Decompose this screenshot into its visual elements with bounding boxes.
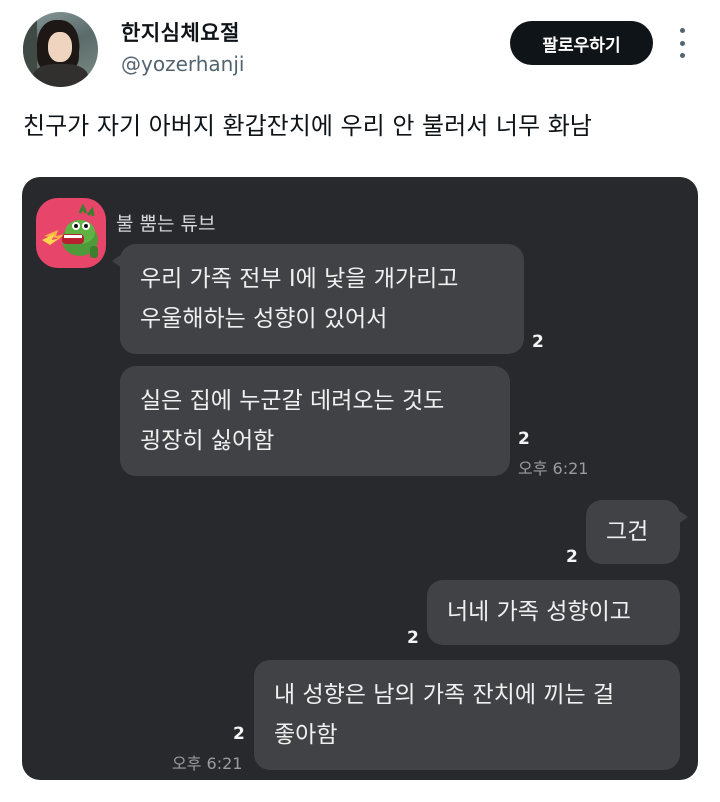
- unread-count: 2: [532, 332, 544, 352]
- message-bubble: 너네 가족 성향이고: [427, 580, 680, 645]
- message-line: 너네 가족 성향이고: [447, 599, 631, 625]
- message-bubble: 내 성향은 남의 가족 잔치에 끼는 걸 좋아함: [254, 660, 680, 770]
- message-line: 우울해하는 성향이 있어서: [140, 306, 388, 332]
- tweet-text: 친구가 자기 아버지 환갑잔치에 우리 안 불러서 너무 화남: [23, 112, 592, 140]
- avatar-body: [33, 64, 88, 87]
- message-time: 오후 6:21: [518, 459, 589, 478]
- display-name[interactable]: 한지심체요절: [121, 17, 240, 47]
- unread-count: 2: [566, 547, 578, 567]
- message-line: 좋아함: [274, 722, 338, 748]
- chat-screenshot: 불 뿜는 튜브 우리 가족 전부 I에 낯을 개가리고 우울해하는 성향이 있어…: [22, 177, 698, 780]
- message-time: 오후 6:21: [172, 754, 243, 773]
- message-line: 내 성향은 남의 가족 잔치에 끼는 걸: [274, 682, 615, 708]
- message-bubble: 그건: [586, 500, 688, 564]
- dragon-profile-icon: [36, 198, 106, 268]
- message-line: 그건: [606, 519, 649, 545]
- message-line: 실은 집에 누군갈 데려오는 것도: [140, 388, 445, 414]
- follow-button[interactable]: 팔로우하기: [510, 21, 653, 65]
- unread-count: 2: [233, 724, 245, 744]
- message-bubble: 실은 집에 누군갈 데려오는 것도 굉장히 싫어함: [120, 366, 510, 476]
- user-avatar[interactable]: [23, 12, 98, 87]
- message-line: 우리 가족 전부 I에 낯을 개가리고: [140, 266, 459, 292]
- avatar-face: [48, 32, 72, 62]
- more-options-icon[interactable]: [674, 28, 690, 58]
- message-bubble: 우리 가족 전부 I에 낯을 개가리고 우울해하는 성향이 있어서: [112, 244, 524, 354]
- sender-name: 불 뿜는 튜브: [116, 213, 216, 235]
- unread-count: 2: [407, 628, 419, 648]
- unread-count: 2: [518, 429, 530, 449]
- message-line: 굉장히 싫어함: [140, 428, 275, 454]
- user-handle[interactable]: @yozerhanji: [121, 52, 244, 76]
